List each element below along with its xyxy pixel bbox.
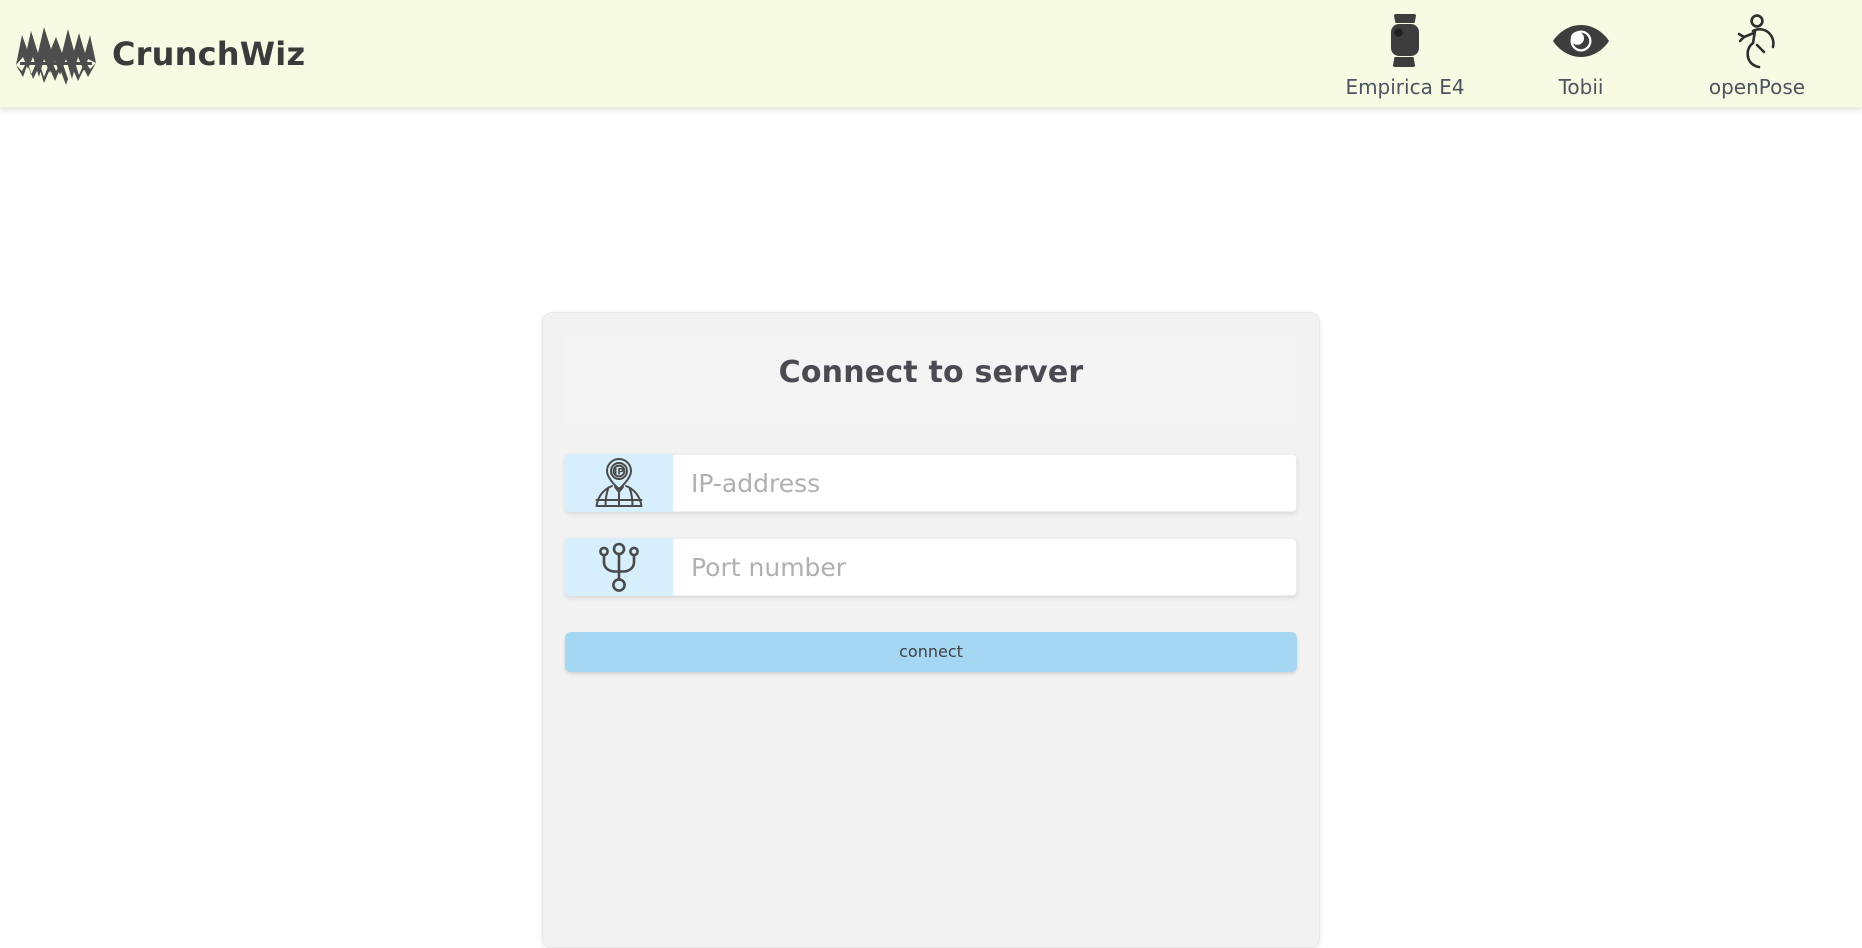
smartwatch-icon [1382, 10, 1428, 72]
brand-name: CrunchWiz [112, 34, 306, 73]
port-number-field-row [565, 538, 1297, 596]
nav-device-label: Empirica E4 [1345, 74, 1465, 99]
ip-address-input[interactable] [673, 454, 1297, 512]
connect-to-server-card: Connect to server IP IP-address Port num… [542, 312, 1320, 948]
usb-port-icon [565, 538, 673, 596]
mountain-waveform-logo-icon [14, 19, 98, 89]
connect-button[interactable]: connect [565, 632, 1297, 672]
nav-device-label: Tobii [1558, 74, 1604, 99]
page-title: Connect to server [778, 355, 1084, 390]
nav-device-label: openPose [1708, 74, 1806, 99]
nav-device-tobii[interactable]: Tobii [1522, 10, 1640, 98]
main-content-area: Connect to server IP IP-address Port num… [0, 108, 1862, 948]
device-nav-group: Empirica E4 Tobii openPose [1345, 10, 1836, 99]
top-navigation-bar: CrunchWiz Empirica E4 Tobii openPose [0, 0, 1862, 108]
eye-icon [1552, 10, 1610, 72]
running-person-icon [1731, 10, 1783, 72]
nav-device-openpose[interactable]: openPose [1698, 10, 1816, 98]
card-header: Connect to server [565, 335, 1297, 424]
ip-address-field-row: IP [565, 454, 1297, 512]
port-number-input[interactable] [673, 538, 1297, 596]
svg-text:IP: IP [614, 468, 624, 478]
brand[interactable]: CrunchWiz [10, 19, 305, 89]
nav-device-empirica-e4[interactable]: Empirica E4 [1345, 10, 1465, 99]
ip-location-pin-icon: IP [565, 454, 673, 512]
